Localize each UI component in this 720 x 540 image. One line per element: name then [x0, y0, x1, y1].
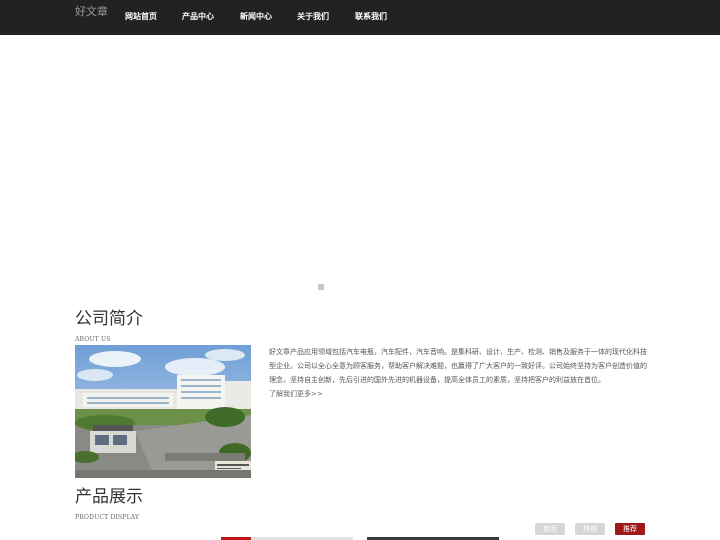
products-section-subtitle: PRODUCT DISPLAY — [75, 514, 140, 521]
banner-slide-dot[interactable] — [318, 284, 324, 290]
nav-item-contact[interactable]: 联系我们 — [355, 12, 387, 22]
tab-recommended-products[interactable]: 推荐 — [615, 523, 645, 535]
products-section-title: 产品展示 — [75, 487, 143, 507]
about-section-subtitle: ABOUT US — [75, 336, 111, 343]
nav-item-home[interactable]: 网站首页 — [125, 12, 157, 22]
hero-banner — [0, 35, 720, 297]
nav-item-about[interactable]: 关于我们 — [297, 12, 329, 22]
nav-item-news[interactable]: 新闻中心 — [240, 12, 272, 22]
tab-hot-products[interactable]: 热销 — [575, 523, 605, 535]
about-description: 好文章产品应用领域包括汽车电瓶，汽车配件，汽车音响。是集科研、设计、生产、检测、… — [269, 348, 647, 384]
top-navbar: 好文章 网站首页 产品中心 新闻中心 关于我们 联系我们 — [0, 0, 720, 35]
company-building-image — [75, 345, 251, 478]
about-section-title: 公司简介 — [75, 309, 143, 329]
site-logo[interactable]: 好文章 — [75, 5, 108, 19]
nav-item-products[interactable]: 产品中心 — [182, 12, 214, 22]
about-more-link[interactable]: 了解我们更多>> — [269, 389, 323, 399]
tab-new-products[interactable]: 新品 — [535, 523, 565, 535]
